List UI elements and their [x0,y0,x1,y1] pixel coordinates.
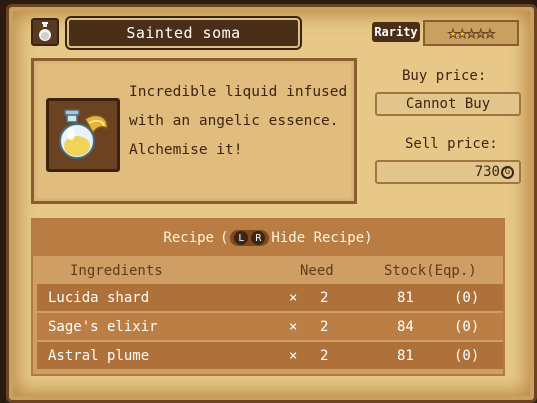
multiply-sign: × [289,318,298,335]
recipe-paren-open: ( [219,230,229,246]
winged-flask-icon [59,109,108,159]
recipe-row[interactable]: Lucida shard × 2 81 (0) [37,284,503,311]
buy-price-value: Cannot Buy [405,96,491,112]
stock-count: 84 [397,318,414,335]
column-stock: Stock(Eqp.) [384,263,477,279]
equipped-count: (0) [454,347,480,364]
equipped-count: (0) [454,289,480,306]
need-count: 2 [320,289,329,306]
item-image-frame [46,98,120,172]
item-name: Sainted soma [126,24,241,42]
description-line: Alchemise it! [129,142,243,158]
stock-count: 81 [397,289,414,306]
need-count: 2 [320,318,329,335]
ingredient-name: Sage's elixir [48,318,158,335]
sell-price-label: Sell price: [405,136,498,152]
description-line: Incredible liquid infused [129,84,348,100]
ingredient-name: Astral plume [48,347,150,364]
item-name-box: Sainted soma [65,16,302,50]
item-detail-screen: Sainted soma Rarity ★ ★ ★ ★ ★ Incredible… [0,0,537,403]
equipped-count: (0) [454,318,480,335]
rarity-stars: ★ ★ ★ ★ ★ [423,20,519,46]
multiply-sign: × [289,289,298,306]
hide-recipe-toggle[interactable]: Hide Recipe) [271,230,372,246]
recipe-row[interactable]: Astral plume × 2 81 (0) [37,342,503,369]
star-empty-icon: ★ [475,23,486,44]
buy-price-box: Cannot Buy [375,92,521,116]
potion-category-icon [31,18,59,46]
l-button-icon: L [234,231,249,245]
item-description: Incredible liquid infused with an angeli… [129,78,351,165]
sell-price-value: 730 [474,164,500,180]
star-empty-icon: ★ [484,23,495,44]
sell-price-box: 730 G [375,160,521,184]
column-need: Need [300,263,334,279]
multiply-sign: × [289,347,298,364]
recipe-panel: Recipe ( L R Hide Recipe) Ingredients Ne… [31,218,505,376]
star-empty-icon: ★ [466,23,477,44]
lr-button-hint[interactable]: L R [230,230,270,246]
star-filled-icon: ★ [457,23,468,44]
description-line: with an angelic essence. [129,113,339,129]
column-ingredients: Ingredients [70,263,163,279]
coin-icon: G [501,165,514,179]
recipe-row[interactable]: Sage's elixir × 2 84 (0) [37,313,503,340]
recipe-title: Recipe [163,230,214,246]
buy-price-label: Buy price: [402,68,487,84]
stock-count: 81 [397,347,414,364]
rarity-label: Rarity [372,22,420,42]
ingredient-name: Lucida shard [48,289,150,306]
r-button-icon: R [251,231,266,245]
star-filled-icon: ★ [447,23,458,44]
need-count: 2 [320,347,329,364]
recipe-header[interactable]: Recipe ( L R Hide Recipe) [33,220,503,256]
